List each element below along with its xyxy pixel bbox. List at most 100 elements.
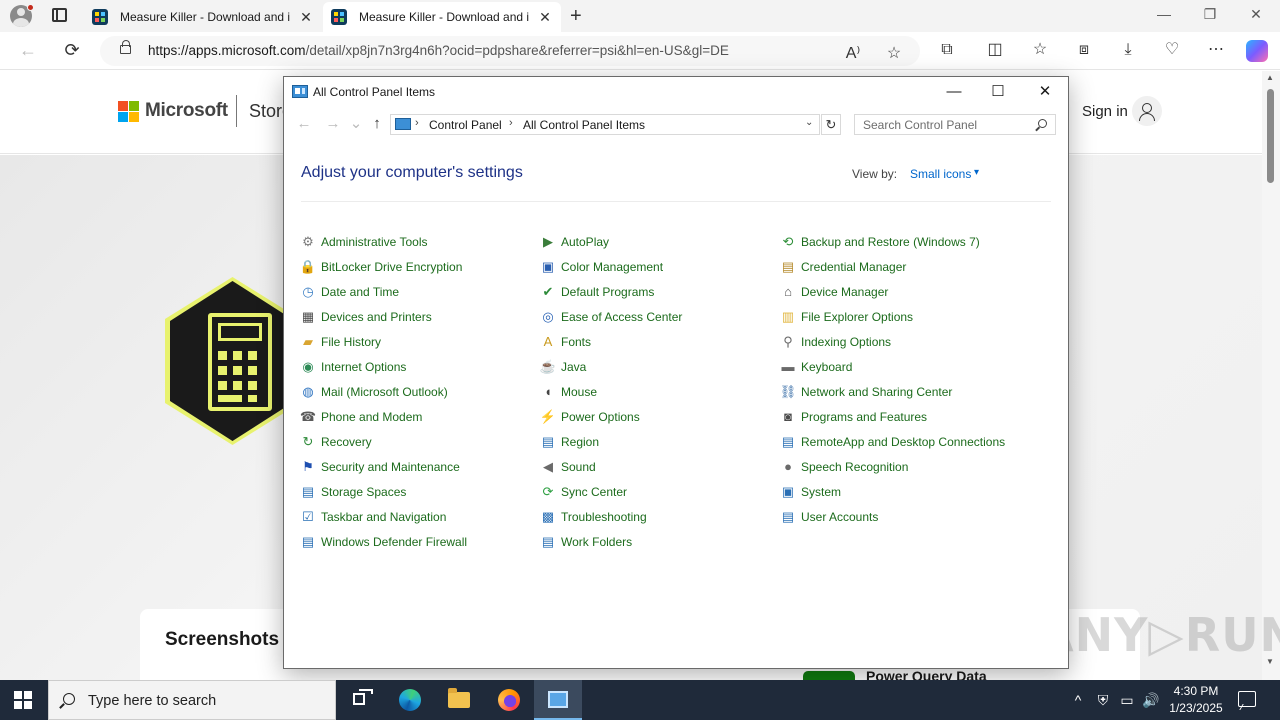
control-panel-item[interactable]: ◎ Ease of Access Center (540, 304, 780, 329)
control-panel-item[interactable]: ⌂ Device Manager (780, 279, 1060, 304)
control-panel-item[interactable]: ⚡ Power Options (540, 404, 780, 429)
account-icon[interactable] (1132, 96, 1162, 126)
browser-tab-1[interactable]: Measure Killer - Download and install on… (84, 2, 322, 32)
search-input[interactable]: Search Control Panel (854, 114, 1056, 135)
control-panel-item[interactable]: ☑ Taskbar and Navigation (300, 504, 540, 529)
tab-close-icon[interactable]: ✕ (298, 9, 314, 26)
taskbar-control-panel[interactable] (534, 680, 582, 720)
maximize-button[interactable]: ☐ (975, 81, 1021, 103)
back-button[interactable]: ← (17, 40, 39, 60)
taskbar-search-box[interactable]: Type here to search (48, 680, 336, 720)
url-text[interactable]: https://apps.microsoft.com/detail/xp8jn7… (148, 43, 729, 58)
show-hidden-icons-chevron-icon[interactable]: ^ (1068, 690, 1088, 710)
control-panel-item[interactable]: ✔ Default Programs (540, 279, 780, 304)
breadcrumb-separator-icon[interactable]: › (509, 117, 513, 129)
browser-restore-button[interactable]: ❐ (1200, 6, 1220, 23)
control-panel-item[interactable]: ● Speech Recognition (780, 454, 1060, 479)
control-panel-item[interactable]: ▤ Storage Spaces (300, 479, 540, 504)
taskbar-clock[interactable]: 4:30 PM 1/23/2025 (1165, 683, 1227, 717)
control-panel-item[interactable]: ◖ Mouse (540, 379, 780, 404)
control-panel-item[interactable]: ⚲ Indexing Options (780, 329, 1060, 354)
control-panel-item[interactable]: ▦ Devices and Printers (300, 304, 540, 329)
control-panel-item[interactable]: ⛓ Network and Sharing Center (780, 379, 1060, 404)
view-by-dropdown[interactable]: Small icons (910, 167, 971, 181)
breadcrumb-separator-icon[interactable]: › (415, 117, 419, 129)
chevron-down-icon[interactable]: ⌄ (805, 117, 813, 128)
minimize-button[interactable]: — (931, 81, 977, 103)
control-panel-item[interactable]: ▤ User Accounts (780, 504, 1060, 529)
microsoft-brand-text[interactable]: Microsoft (145, 100, 228, 122)
control-panel-item[interactable]: ⟲ Backup and Restore (Windows 7) (780, 229, 1060, 254)
security-icon[interactable]: ⛨ (1093, 690, 1113, 710)
network-icon[interactable]: ▭ (1117, 690, 1137, 710)
tab-close-icon[interactable]: ✕ (537, 9, 553, 26)
microsoft-logo-icon[interactable] (118, 101, 139, 122)
taskbar-firefox[interactable] (485, 680, 533, 720)
favorite-star-icon[interactable]: ☆ (883, 44, 905, 64)
back-arrow-icon[interactable]: ← (294, 114, 314, 134)
control-panel-item[interactable]: A Fonts (540, 329, 780, 354)
up-arrow-icon[interactable]: ↑ (367, 114, 387, 134)
split-screen-icon[interactable]: ◫ (984, 40, 1006, 60)
taskbar-file-explorer[interactable] (435, 680, 483, 720)
notification-center-icon[interactable] (1238, 691, 1256, 707)
control-panel-item[interactable]: ◀ Sound (540, 454, 780, 479)
favorites-icon[interactable]: ☆ (1029, 40, 1051, 60)
task-view-button[interactable] (336, 680, 384, 720)
refresh-button[interactable]: ⟳ (61, 40, 83, 60)
control-panel-item[interactable]: ⟳ Sync Center (540, 479, 780, 504)
recent-locations-icon[interactable]: ⌄ (346, 114, 366, 134)
collections-icon[interactable]: ⧈ (1073, 40, 1095, 60)
browser-minimize-button[interactable]: — (1154, 6, 1174, 22)
read-aloud-icon[interactable]: A⁾ (842, 44, 864, 64)
control-panel-item[interactable]: ⚑ Security and Maintenance (300, 454, 540, 479)
volume-icon[interactable]: 🔊 (1141, 690, 1161, 710)
scroll-thumb[interactable] (1267, 89, 1274, 183)
control-panel-item[interactable]: ▶ AutoPlay (540, 229, 780, 254)
breadcrumb-control-panel[interactable]: Control Panel (429, 118, 502, 132)
breadcrumb-all-items[interactable]: All Control Panel Items (523, 118, 645, 132)
more-menu-icon[interactable]: ⋯ (1205, 40, 1227, 60)
browser-essentials-icon[interactable]: ♡ (1161, 40, 1183, 60)
control-panel-item[interactable]: ⚙ Administrative Tools (300, 229, 540, 254)
control-panel-item[interactable]: ◷ Date and Time (300, 279, 540, 304)
control-panel-item[interactable]: ◙ Programs and Features (780, 404, 1060, 429)
scroll-up-arrow-icon[interactable]: ▲ (1266, 73, 1274, 82)
forward-arrow-icon[interactable]: → (323, 114, 343, 134)
control-panel-item[interactable]: ▤ Work Folders (540, 529, 780, 554)
dropdown-arrow-icon[interactable]: ▾ (974, 167, 979, 178)
new-tab-button[interactable]: + (570, 6, 582, 26)
breadcrumb[interactable]: › Control Panel › All Control Panel Item… (390, 114, 820, 135)
browser-tab-2[interactable]: Measure Killer - Download and install on… (323, 2, 561, 32)
page-scrollbar[interactable]: ▲ ▼ (1262, 71, 1280, 681)
address-bar[interactable]: https://apps.microsoft.com/detail/xp8jn7… (100, 36, 920, 66)
control-panel-item[interactable]: ☕ Java (540, 354, 780, 379)
extensions-icon[interactable]: ⧉ (936, 40, 958, 60)
control-panel-item[interactable]: ▤ RemoteApp and Desktop Connections (780, 429, 1060, 454)
copilot-icon[interactable] (1246, 40, 1268, 62)
lock-icon[interactable] (120, 40, 131, 54)
control-panel-item[interactable]: ▤ Region (540, 429, 780, 454)
control-panel-item[interactable]: ▤ Credential Manager (780, 254, 1060, 279)
control-panel-item[interactable]: ▰ File History (300, 329, 540, 354)
control-panel-item[interactable]: ▩ Troubleshooting (540, 504, 780, 529)
close-button[interactable]: ✕ (1022, 81, 1068, 103)
control-panel-item[interactable]: ☎ Phone and Modem (300, 404, 540, 429)
browser-close-button[interactable]: ✕ (1246, 6, 1266, 23)
tab-actions-icon[interactable] (52, 8, 67, 22)
control-panel-item[interactable]: ▤ Windows Defender Firewall (300, 529, 540, 554)
control-panel-item[interactable]: ▣ System (780, 479, 1060, 504)
control-panel-item[interactable]: ▬ Keyboard (780, 354, 1060, 379)
control-panel-item[interactable]: ▣ Color Management (540, 254, 780, 279)
taskbar-edge[interactable] (386, 680, 434, 720)
control-panel-item[interactable]: ◉ Internet Options (300, 354, 540, 379)
control-panel-titlebar[interactable]: All Control Panel Items — ☐ ✕ (284, 77, 1068, 107)
refresh-icon[interactable]: ↻ (821, 114, 841, 135)
downloads-icon[interactable]: ⤓ (1117, 40, 1139, 60)
control-panel-item[interactable]: ↻ Recovery (300, 429, 540, 454)
control-panel-item[interactable]: ◍ Mail (Microsoft Outlook) (300, 379, 540, 404)
control-panel-item[interactable]: 🔒 BitLocker Drive Encryption (300, 254, 540, 279)
windows-start-icon[interactable] (14, 691, 32, 709)
search-icon[interactable] (1038, 119, 1047, 128)
sign-in-link[interactable]: Sign in (1082, 103, 1128, 120)
